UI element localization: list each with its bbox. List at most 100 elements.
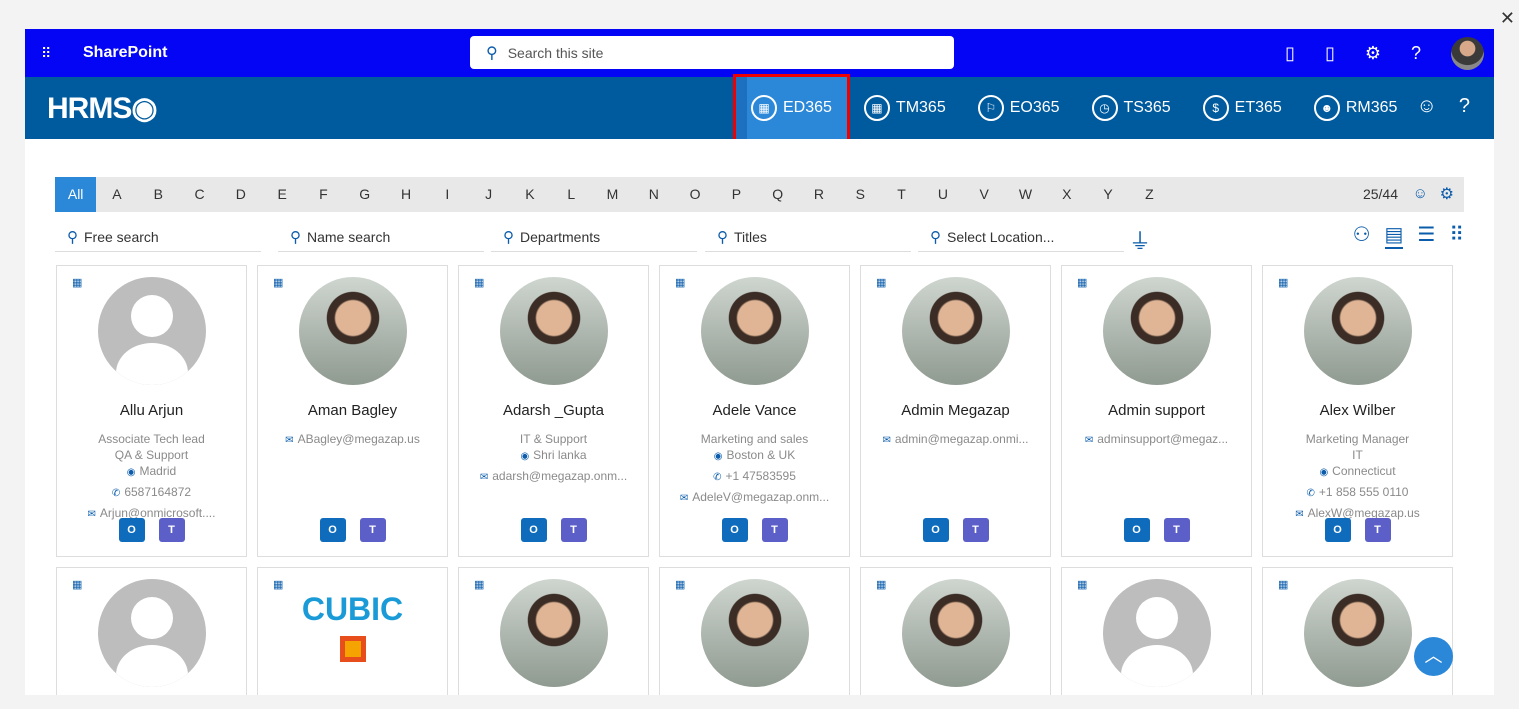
teams-icon[interactable]: T [1364,518,1391,542]
app-tab-tm365[interactable]: ▦ TM365 [848,77,962,139]
clear-filter-icon[interactable]: ⏚ [1129,224,1151,256]
letter-filter-y[interactable]: Y [1087,177,1128,212]
qr-code-icon[interactable]: ▦ [474,276,484,289]
help-icon[interactable]: ? [1411,43,1421,64]
employee-email[interactable]: ✉ adminsupport@megaz... [1062,431,1251,449]
free-search-input[interactable]: ⚲ Free search [55,222,261,252]
letter-filter-v[interactable]: V [964,177,1005,212]
employee-card[interactable]: ▦ Aman Bagley ✉ ABagley@megazap.us O T [257,265,448,557]
qr-code-icon[interactable]: ▦ [1077,276,1087,289]
letter-filter-p[interactable]: P [716,177,757,212]
titles-input[interactable]: ⚲ Titles [705,222,911,252]
outlook-icon[interactable]: O [1123,518,1150,542]
qr-code-icon[interactable]: ▦ [876,578,886,591]
app-tab-ts365[interactable]: ◷ TS365 [1076,77,1187,139]
qr-code-icon[interactable]: ▦ [876,276,886,289]
employee-card[interactable]: ▦ Adele Vance Marketing and sales ◉ Boston &… [659,265,850,557]
letter-filter-r[interactable]: R [798,177,839,212]
site-search[interactable]: ⚲ Search this site [470,36,954,69]
employee-card[interactable]: ▦ Admin Megazap ✉ admin@megazap.onmi... O T [860,265,1051,557]
employee-name[interactable]: Admin Megazap [861,402,1050,419]
employee-email[interactable]: ✉ ABagley@megazap.us [258,431,447,449]
letter-filter-z[interactable]: Z [1129,177,1170,212]
letter-filter-g[interactable]: G [344,177,385,212]
qr-code-icon[interactable]: ▦ [675,276,685,289]
sharepoint-title[interactable]: SharePoint [83,44,167,62]
letter-filter-s[interactable]: S [840,177,881,212]
qr-code-icon[interactable]: ▦ [675,578,685,591]
letter-filter-w[interactable]: W [1005,177,1046,212]
location-select[interactable]: ⚲ Select Location... [918,222,1124,252]
letter-filter-j[interactable]: J [468,177,509,212]
org-chart-icon[interactable]: ⚇ [1353,222,1371,249]
letter-filter-h[interactable]: H [385,177,426,212]
employee-card[interactable]: ▦ [458,567,649,695]
employee-card[interactable]: ▦ Alex Wilber Marketing Manager IT ◉ Connecti… [1262,265,1453,557]
teams-icon[interactable]: T [560,518,587,542]
qr-code-icon[interactable]: ▦ [1077,578,1087,591]
outlook-icon[interactable]: O [1324,518,1351,542]
qr-code-icon[interactable]: ▦ [72,578,82,591]
teams-icon[interactable]: T [158,518,185,542]
outlook-icon[interactable]: O [922,518,949,542]
app-tab-eo365[interactable]: ⚐ EO365 [962,77,1076,139]
letter-filter-i[interactable]: I [427,177,468,212]
employee-name[interactable]: Aman Bagley [258,402,447,419]
palette-icon[interactable]: ☺ [1413,185,1428,202]
user-avatar[interactable] [1451,36,1484,70]
letter-filter-o[interactable]: O [674,177,715,212]
letter-filter-m[interactable]: M [592,177,633,212]
letter-filter-a[interactable]: A [96,177,137,212]
qr-code-icon[interactable]: ▦ [72,276,82,289]
close-icon[interactable]: ✕ [1500,8,1515,29]
employee-name[interactable]: Adarsh _Gupta [459,402,648,419]
departments-input[interactable]: ⚲ Departments [491,222,697,252]
tab-icon[interactable]: ▯ [1285,43,1295,64]
employee-email[interactable]: ✉ adarsh@megazap.onm... [459,468,648,486]
outlook-icon[interactable]: O [520,518,547,542]
teams-icon[interactable]: T [761,518,788,542]
help-icon[interactable]: ? [1459,95,1470,118]
employee-card[interactable]: ▦ Allu Arjun Associate Tech lead QA & Suppo… [56,265,247,557]
letter-filter-u[interactable]: U [922,177,963,212]
letter-filter-d[interactable]: D [220,177,261,212]
qr-code-icon[interactable]: ▦ [474,578,484,591]
gear-icon[interactable]: ⚙ [1365,43,1381,64]
employee-card[interactable]: ▦ [1262,567,1453,695]
qr-code-icon[interactable]: ▦ [273,578,283,591]
letter-filter-q[interactable]: Q [757,177,798,212]
letter-filter-all[interactable]: All [55,177,97,212]
teams-icon[interactable]: T [962,518,989,542]
teams-icon[interactable]: T [359,518,386,542]
tab-icon[interactable]: ▯ [1325,43,1335,64]
app-tab-ed365[interactable]: ▦ ED365 [733,73,850,142]
letter-filter-n[interactable]: N [633,177,674,212]
gear-icon[interactable]: ⚙ [1440,184,1454,204]
app-tab-et365[interactable]: $ ET365 [1187,77,1298,139]
letter-filter-e[interactable]: E [261,177,302,212]
employee-card[interactable]: ▦ Adarsh _Gupta IT & Support ◉ Shri lanka ✉ ad… [458,265,649,557]
name-search-input[interactable]: ⚲ Name search [278,222,484,252]
employee-name[interactable]: Admin support [1062,402,1251,419]
letter-filter-l[interactable]: L [551,177,592,212]
employee-email[interactable]: ✉ admin@megazap.onmi... [861,431,1050,449]
outlook-icon[interactable]: O [319,518,346,542]
employee-card[interactable]: ▦ CUBIC [257,567,448,695]
employee-card[interactable]: ▦ Admin support ✉ adminsupport@megaz... O T [1061,265,1252,557]
letter-filter-b[interactable]: B [138,177,179,212]
outlook-icon[interactable]: O [721,518,748,542]
teams-icon[interactable]: T [1163,518,1190,542]
employee-card[interactable]: ▦ [860,567,1051,695]
employee-name[interactable]: Allu Arjun [57,402,246,419]
employee-email[interactable]: ✉ AdeleV@megazap.onm... [660,489,849,507]
palette-icon[interactable]: ☺ [1416,95,1436,118]
letter-filter-k[interactable]: K [509,177,550,212]
qr-code-icon[interactable]: ▦ [1278,578,1288,591]
grid-view-icon[interactable]: ⠿ [1449,222,1464,249]
qr-code-icon[interactable]: ▦ [1278,276,1288,289]
letter-filter-x[interactable]: X [1046,177,1087,212]
employee-card[interactable]: ▦ [659,567,850,695]
letter-filter-t[interactable]: T [881,177,922,212]
scroll-to-top-button[interactable]: ︿ [1414,637,1453,676]
outlook-icon[interactable]: O [118,518,145,542]
